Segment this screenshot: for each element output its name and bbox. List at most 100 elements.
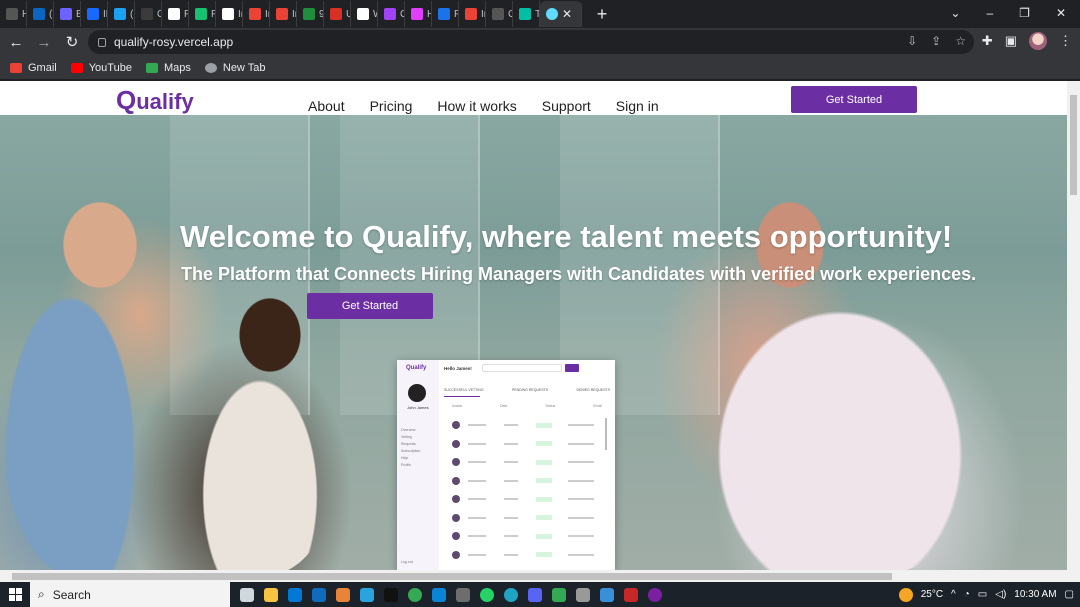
browser-tab[interactable]: Hc xyxy=(405,1,432,27)
bookmarks-bar: Gmail YouTube Maps New Tab xyxy=(0,56,1080,80)
file-explorer-icon[interactable] xyxy=(264,587,278,602)
preview-tab: SUCCESSFUL VETTING xyxy=(444,388,484,392)
preview-menu-item: Subscription xyxy=(401,449,421,453)
browser-tab[interactable]: W xyxy=(351,1,378,27)
install-app-icon[interactable]: ⇩ xyxy=(907,34,917,48)
maps-icon[interactable] xyxy=(552,587,566,602)
wifi-icon[interactable]: ◔ xyxy=(964,589,970,600)
weather-temp[interactable]: 25°C xyxy=(921,589,943,600)
telegram-icon[interactable] xyxy=(360,587,374,602)
task-view-icon[interactable] xyxy=(240,587,254,602)
chrome-icon[interactable] xyxy=(408,587,422,602)
bookmark-new-tab[interactable]: New Tab xyxy=(204,62,265,74)
volume-icon[interactable]: ◁) xyxy=(995,589,1006,600)
minimize-icon[interactable]: – xyxy=(986,6,993,20)
close-tab-icon[interactable]: ✕ xyxy=(562,7,572,21)
edge-icon[interactable] xyxy=(504,587,518,602)
taskbar-search[interactable]: ⌕ Search xyxy=(30,582,230,607)
tab-favicon xyxy=(60,8,72,20)
vertical-scroll-thumb[interactable] xyxy=(1070,95,1077,195)
bookmark-gmail[interactable]: Gmail xyxy=(10,62,57,74)
chevron-up-icon[interactable]: ^ xyxy=(951,589,956,600)
horizontal-scrollbar[interactable] xyxy=(0,570,1080,582)
weather-icon[interactable] xyxy=(898,587,913,602)
browser-tab[interactable]: Fo xyxy=(162,1,189,27)
notification-icon[interactable]: ▢ xyxy=(1065,589,1074,600)
tab-title: Br xyxy=(76,8,80,20)
extensions-icon[interactable]: ✚ xyxy=(982,33,993,49)
clock[interactable]: 10:30 AM xyxy=(1014,589,1056,600)
browser-tab[interactable]: In xyxy=(459,1,486,27)
qualify-logo[interactable]: Qualify xyxy=(116,85,194,116)
nav-how-it-works[interactable]: How it works xyxy=(437,98,516,114)
share-icon[interactable]: ⇪ xyxy=(931,34,941,48)
bookmark-youtube[interactable]: YouTube xyxy=(70,62,132,74)
menu-icon[interactable]: ⋮ xyxy=(1059,33,1072,49)
app-icon[interactable] xyxy=(624,587,638,602)
hero-photo-person xyxy=(0,175,180,570)
preview-row-text xyxy=(568,442,594,445)
ms-store-icon[interactable] xyxy=(288,587,302,602)
vscode-icon[interactable] xyxy=(432,587,446,602)
vertical-scrollbar[interactable] xyxy=(1067,81,1080,570)
browser-tab[interactable]: Gi xyxy=(486,1,513,27)
preview-menu-item: Help xyxy=(401,456,409,460)
browser-tab[interactable]: Te xyxy=(513,1,540,27)
new-tab-button[interactable]: + xyxy=(590,4,614,25)
preview-row-text xyxy=(468,442,486,445)
windows-start-icon[interactable] xyxy=(0,588,30,601)
nav-about[interactable]: About xyxy=(308,98,345,114)
browser-tab[interactable]: 94 xyxy=(297,1,324,27)
browser-tab[interactable]: IFI xyxy=(81,1,108,27)
preview-row-status xyxy=(536,496,552,502)
site-header: Qualify About Pricing How it works Suppo… xyxy=(0,81,1067,115)
nav-sign-in[interactable]: Sign in xyxy=(616,98,659,114)
lock-icon[interactable] xyxy=(98,37,106,47)
bookmark-star-icon[interactable]: ☆ xyxy=(955,34,966,48)
preview-row-text xyxy=(468,461,486,464)
tiktok-icon[interactable] xyxy=(384,587,398,602)
obs-icon[interactable] xyxy=(648,587,662,602)
side-panel-icon[interactable]: ▣ xyxy=(1005,33,1017,49)
browser-tab[interactable]: (7 xyxy=(27,1,54,27)
bookmark-maps[interactable]: Maps xyxy=(145,62,191,74)
whatsapp-icon[interactable] xyxy=(480,587,494,602)
calculator-icon[interactable] xyxy=(456,587,470,602)
browser-tab[interactable]: Br xyxy=(54,1,81,27)
tab-title: Te xyxy=(535,8,539,20)
browser-tab[interactable]: In xyxy=(270,1,297,27)
app-icon[interactable] xyxy=(336,587,350,602)
url-text[interactable]: qualify-rosy.vercel.app xyxy=(114,35,233,49)
browser-tab[interactable]: In xyxy=(216,1,243,27)
browser-tab[interactable]: Fli xyxy=(189,1,216,27)
forward-icon[interactable]: → xyxy=(32,34,56,51)
nav-support[interactable]: Support xyxy=(542,98,591,114)
address-bar[interactable]: qualify-rosy.vercel.app ⇩ ⇪ ☆ xyxy=(88,30,974,54)
preview-row xyxy=(452,490,602,509)
header-get-started-button[interactable]: Get Started xyxy=(791,86,917,113)
back-icon[interactable]: ← xyxy=(4,34,28,51)
mail-icon[interactable] xyxy=(312,587,326,602)
browser-tab[interactable]: Gc xyxy=(378,1,405,27)
battery-icon[interactable]: ▭ xyxy=(978,589,987,600)
hero-get-started-button[interactable]: Get Started xyxy=(307,293,433,319)
horizontal-scroll-thumb[interactable] xyxy=(12,573,892,580)
tab-search-icon[interactable]: ⌄ xyxy=(950,6,960,20)
profile-avatar[interactable] xyxy=(1029,32,1047,50)
browser-tab[interactable]: (1 xyxy=(108,1,135,27)
tab-favicon xyxy=(411,8,423,20)
photos-icon[interactable] xyxy=(600,587,614,602)
restore-icon[interactable]: ❐ xyxy=(1019,6,1030,20)
discord-icon[interactable] xyxy=(528,587,542,602)
nav-pricing[interactable]: Pricing xyxy=(370,98,413,114)
browser-tab[interactable]: In xyxy=(243,1,270,27)
browser-tab[interactable]: Fa xyxy=(432,1,459,27)
reload-icon[interactable]: ↻ xyxy=(60,33,84,51)
browser-tab-active[interactable]: ✕ xyxy=(540,1,582,27)
browser-tab[interactable]: H xyxy=(0,1,27,27)
close-window-icon[interactable]: ✕ xyxy=(1056,6,1066,20)
browser-tab[interactable]: Ur xyxy=(324,1,351,27)
preview-row xyxy=(452,416,602,435)
app-icon[interactable] xyxy=(576,587,590,602)
browser-tab[interactable]: Ca xyxy=(135,1,162,27)
